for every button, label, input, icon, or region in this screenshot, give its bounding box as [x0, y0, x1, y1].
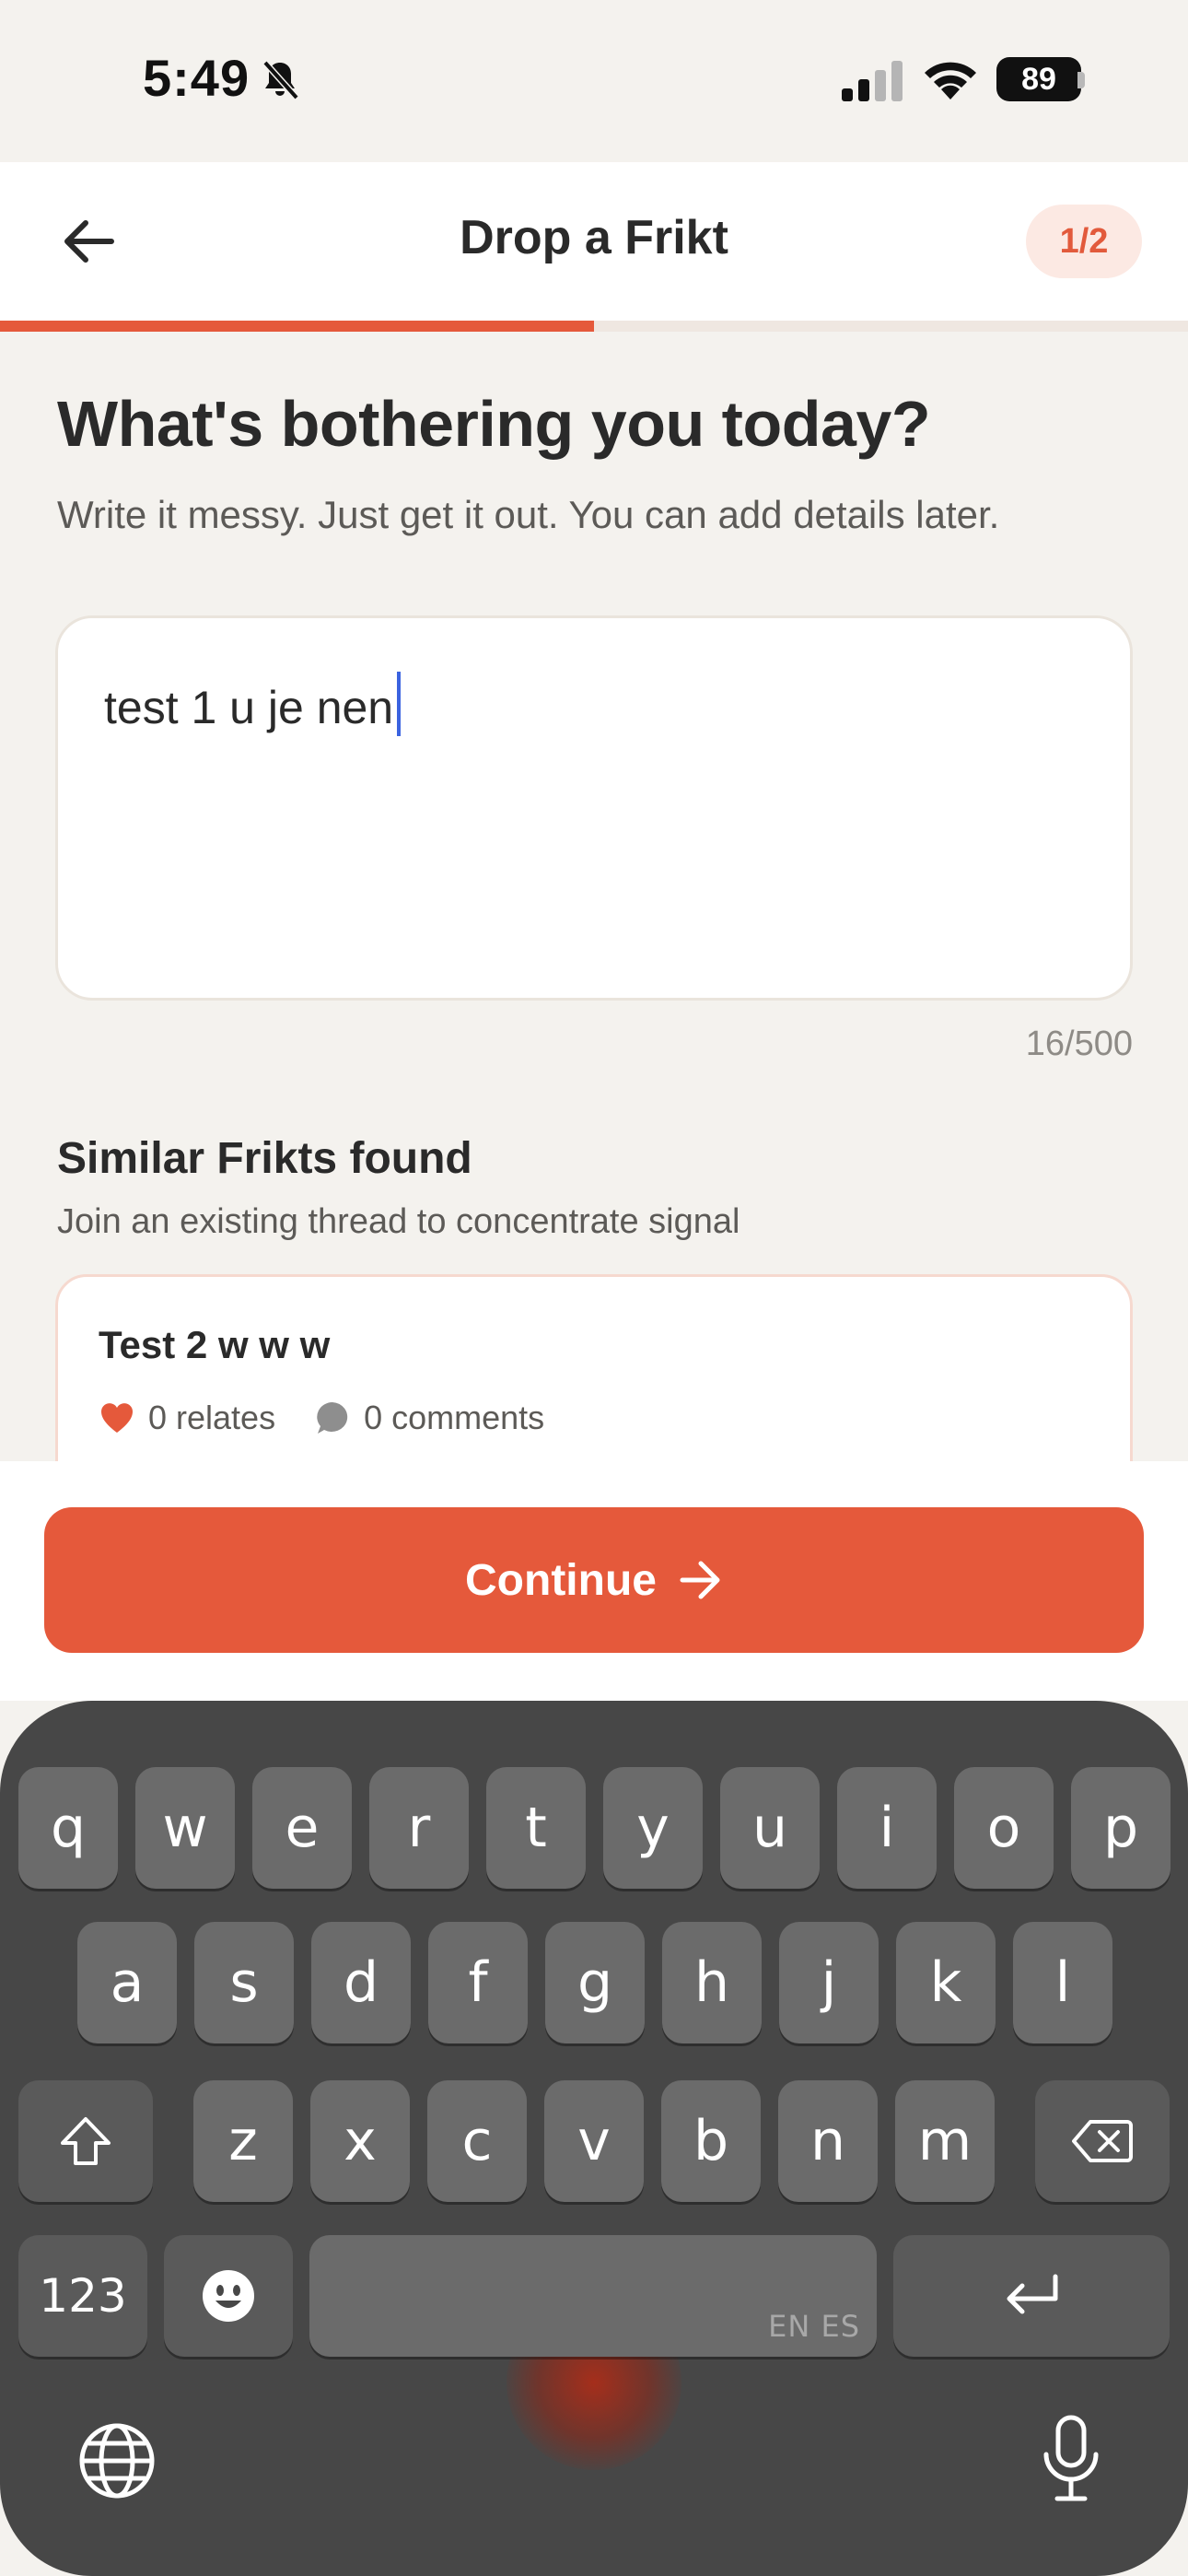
space-key[interactable]: EN ES [309, 2235, 877, 2357]
similar-section-title: Similar Frikts found [57, 1134, 472, 1183]
key-n[interactable]: n [778, 2080, 878, 2202]
emoji-icon [203, 2270, 254, 2322]
input-value: test 1 u je nen [104, 672, 402, 736]
key-j[interactable]: j [779, 1922, 879, 2043]
key-m[interactable]: m [895, 2080, 995, 2202]
key-i[interactable]: i [837, 1767, 937, 1889]
key-o[interactable]: o [954, 1767, 1054, 1889]
arrow-right-icon [680, 1561, 720, 1599]
key-y[interactable]: y [603, 1767, 703, 1889]
key-z[interactable]: z [193, 2080, 293, 2202]
bell-off-icon [262, 60, 299, 100]
key-u[interactable]: u [720, 1767, 820, 1889]
signal-icon [842, 61, 903, 101]
key-s[interactable]: s [194, 1922, 294, 2043]
key-v[interactable]: v [544, 2080, 644, 2202]
key-h[interactable]: h [662, 1922, 762, 2043]
shift-key[interactable] [18, 2080, 153, 2202]
key-k[interactable]: k [896, 1922, 996, 2043]
battery-icon: 89 [996, 57, 1081, 101]
comments-count: 0 comments [364, 1399, 545, 1436]
key-d[interactable]: d [311, 1922, 411, 2043]
comment-icon [317, 1402, 348, 1434]
bottom-action-bar: Continue [0, 1461, 1188, 1701]
key-a[interactable]: a [77, 1922, 177, 2043]
key-q[interactable]: q [18, 1767, 118, 1889]
numbers-key[interactable]: 123 [18, 2235, 147, 2357]
backspace-key[interactable] [1035, 2080, 1170, 2202]
similar-frikt-title: Test 2 w w w [99, 1323, 331, 1366]
battery-cap [1077, 72, 1085, 88]
emoji-key[interactable] [164, 2235, 293, 2357]
continue-label: Continue [465, 1555, 657, 1605]
header: Drop a Frikt 1/2 [0, 162, 1188, 321]
key-w[interactable]: w [135, 1767, 235, 1889]
key-p[interactable]: p [1071, 1767, 1171, 1889]
microphone-icon[interactable] [1030, 2414, 1112, 2506]
return-icon [1007, 2274, 1058, 2314]
wifi-icon [925, 62, 976, 100]
input-text: test 1 u je nen [104, 682, 394, 733]
return-key[interactable] [893, 2235, 1170, 2357]
question-title: What's bothering you today? [57, 388, 931, 460]
page-title: Drop a Frikt [460, 211, 728, 264]
similar-frikt-meta: 0 relates 0 comments [99, 1399, 544, 1437]
key-f[interactable]: f [428, 1922, 528, 2043]
similar-section-subtitle: Join an existing thread to concentrate s… [57, 1202, 740, 1241]
key-c[interactable]: c [427, 2080, 527, 2202]
key-x[interactable]: x [310, 2080, 410, 2202]
keyboard: 123 EN ES q w e r t y u i o p a s d f g … [0, 1701, 1188, 2576]
shift-icon [61, 2117, 111, 2165]
space-key-languages: EN ES [768, 2309, 860, 2344]
battery-level: 89 [1021, 62, 1056, 97]
char-count: 16/500 [1025, 1025, 1133, 1063]
question-subtitle: Write it messy. Just get it out. You can… [57, 493, 1000, 536]
relates-count: 0 relates [148, 1399, 276, 1436]
status-bar: 5:49 89 [0, 0, 1188, 162]
key-r[interactable]: r [369, 1767, 469, 1889]
globe-icon[interactable] [76, 2419, 158, 2502]
numbers-key-label: 123 [39, 2269, 127, 2323]
back-button[interactable] [55, 208, 122, 275]
key-t[interactable]: t [486, 1767, 586, 1889]
key-e[interactable]: e [252, 1767, 352, 1889]
text-cursor [397, 672, 402, 736]
step-badge: 1/2 [1026, 205, 1142, 278]
key-b[interactable]: b [661, 2080, 761, 2202]
key-g[interactable]: g [545, 1922, 645, 2043]
heart-icon [101, 1403, 133, 1433]
arrow-left-icon [64, 220, 114, 263]
status-time: 5:49 [143, 49, 250, 107]
progress-bar [0, 321, 1188, 332]
backspace-icon [1072, 2120, 1133, 2162]
frikt-text-input[interactable]: test 1 u je nen [55, 615, 1133, 1001]
continue-button[interactable]: Continue [44, 1507, 1144, 1653]
key-l[interactable]: l [1013, 1922, 1112, 2043]
keyboard-panel: 123 EN ES q w e r t y u i o p a s d f g … [0, 1701, 1188, 2576]
progress-fill [0, 321, 594, 332]
